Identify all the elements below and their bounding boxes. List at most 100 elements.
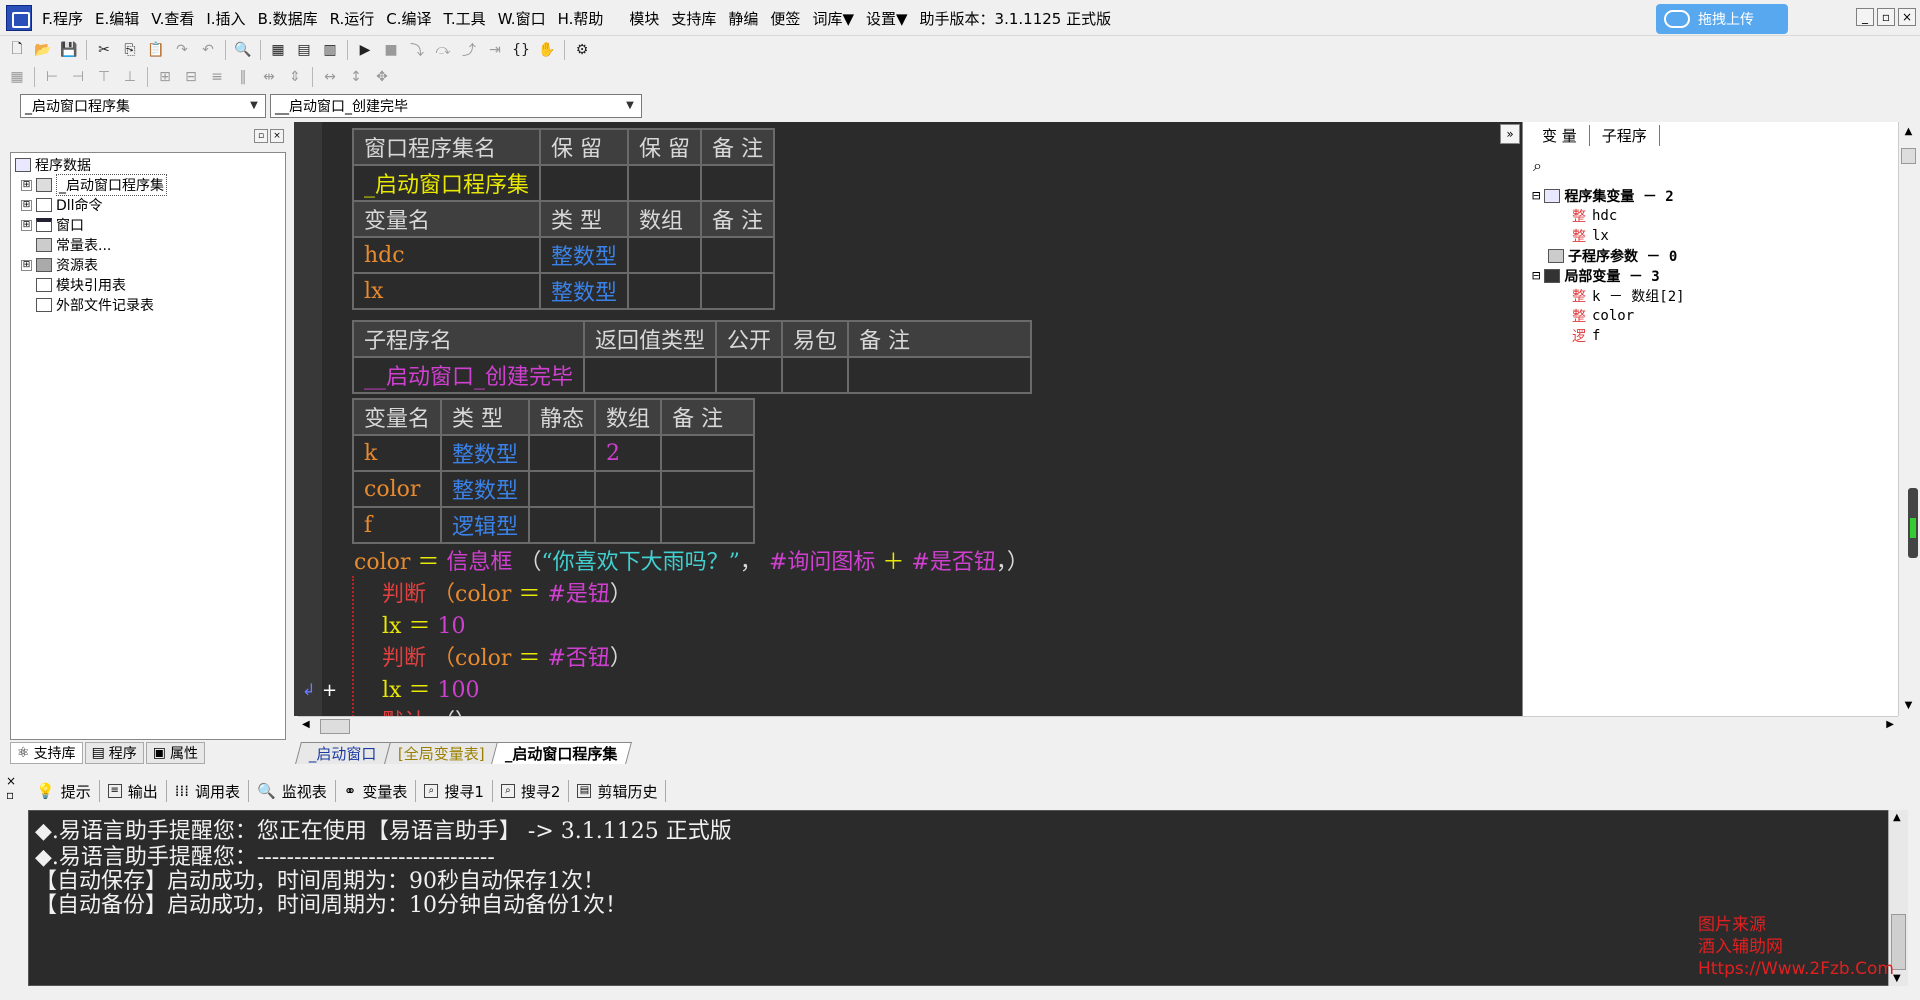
menu-edit[interactable]: E.编辑 <box>89 8 145 29</box>
var-name-cell[interactable]: f <box>351 506 443 544</box>
tab-search-2[interactable]: ⌕ 搜寻2 <box>493 780 570 802</box>
size-height-icon[interactable]: ↕ <box>345 66 367 88</box>
menu-settings[interactable]: 设置▼ <box>860 8 914 29</box>
empty-cell[interactable] <box>528 506 597 544</box>
menu-run[interactable]: R.运行 <box>324 8 381 29</box>
run-icon[interactable]: ▶ <box>354 39 376 61</box>
tab-search-1[interactable]: ⌕ 搜寻1 <box>416 780 493 802</box>
tab-call-stack[interactable]: ⁞⁞⁞ 调用表 <box>167 780 250 802</box>
tab-subprograms[interactable]: 子程序 <box>1590 124 1660 146</box>
tree-leaf[interactable]: 整 lx <box>1532 226 1685 246</box>
scroll-thumb[interactable] <box>1901 148 1916 164</box>
panel-close-icon[interactable]: × <box>270 129 284 143</box>
tree-item-dll[interactable]: ⊞ Dll命令 <box>15 195 167 215</box>
tab-variables-table[interactable]: ⚭ 变量表 <box>336 780 417 802</box>
var-type-cell[interactable]: 整数型 <box>539 272 630 310</box>
size-width-icon[interactable]: ↔ <box>319 66 341 88</box>
layout-panel-icon[interactable]: ▦ <box>267 39 289 61</box>
subprogram-name[interactable]: __启动窗口_创建完毕 <box>351 356 586 394</box>
tree-leaf[interactable]: 整 hdc <box>1532 206 1685 226</box>
copy-icon[interactable]: ⎘ <box>119 39 141 61</box>
center-h-icon[interactable]: ⊞ <box>154 66 176 88</box>
run-to-cursor-icon[interactable]: ⇥ <box>484 39 506 61</box>
close-button[interactable]: × <box>1898 8 1916 26</box>
same-height-icon[interactable]: ‖ <box>232 66 254 88</box>
same-width-icon[interactable]: ≡ <box>206 66 228 88</box>
hand-icon[interactable]: ✋ <box>536 39 558 61</box>
restore-button[interactable]: ▫ <box>1877 8 1895 26</box>
empty-cell[interactable] <box>700 272 776 310</box>
empty-cell[interactable] <box>594 470 663 508</box>
layout-grid-icon[interactable]: ▥ <box>319 39 341 61</box>
menu-support-lib[interactable]: 支持库 <box>665 8 722 29</box>
tab-support-lib[interactable]: ⚛ 支持库 <box>10 742 83 764</box>
var-type-cell[interactable]: 整数型 <box>539 236 630 274</box>
scroll-up-icon[interactable]: ▲ <box>1901 124 1916 140</box>
chevron-down-icon[interactable]: ▼ <box>621 97 639 115</box>
scroll-right-icon[interactable]: ▶ <box>1886 719 1894 730</box>
search-icon[interactable]: ⌕ <box>1533 156 1542 176</box>
tree-group[interactable]: 子程序参数 － 0 <box>1532 246 1685 266</box>
empty-cell[interactable] <box>660 434 756 472</box>
align-top-icon[interactable]: ⊤ <box>93 66 115 88</box>
code-line[interactable]: lx ＝ 10 <box>382 608 465 640</box>
var-name-cell[interactable]: hdc <box>351 236 542 274</box>
scroll-left-icon[interactable]: ◀ <box>302 719 310 730</box>
empty-cell[interactable] <box>660 506 756 544</box>
expand-plus-icon[interactable]: + <box>322 680 337 701</box>
menu-help[interactable]: H.帮助 <box>552 8 610 29</box>
size-both-icon[interactable]: ✥ <box>371 66 393 88</box>
tab-watch[interactable]: 🔍 监视表 <box>249 780 336 802</box>
debug-tool-icon[interactable]: ⚙ <box>571 39 593 61</box>
empty-cell[interactable] <box>583 356 718 394</box>
align-bottom-icon[interactable]: ⊥ <box>119 66 141 88</box>
expand-icon[interactable]: ⊞ <box>21 259 32 271</box>
empty-cell[interactable] <box>715 356 784 394</box>
code-line[interactable]: lx ＝ 100 <box>382 672 479 704</box>
menu-lexicon[interactable]: 词库▼ <box>806 8 860 29</box>
upload-button[interactable]: 拖拽上传 <box>1656 4 1788 34</box>
space-v-icon[interactable]: ⇕ <box>284 66 306 88</box>
chevron-down-icon[interactable]: ▼ <box>245 97 263 115</box>
tree-item-external-files[interactable]: 外部文件记录表 <box>15 295 167 315</box>
space-h-icon[interactable]: ⇹ <box>258 66 280 88</box>
tree-group[interactable]: ⊟ 程序集变量 － 2 <box>1532 186 1685 206</box>
var-name-cell[interactable]: color <box>351 470 443 508</box>
program-set-select[interactable]: _启动窗口程序集 ▼ <box>20 94 266 118</box>
tab-variables[interactable]: 变 量 <box>1530 124 1590 146</box>
code-line[interactable]: 判断 （color ＝ #否钮） <box>382 640 632 672</box>
empty-cell[interactable] <box>539 164 630 202</box>
redo-icon[interactable]: ↷ <box>171 39 193 61</box>
array-cell[interactable]: 2 <box>594 434 663 472</box>
tree-group[interactable]: ⊟ 局部变量 － 3 <box>1532 266 1685 286</box>
center-v-icon[interactable]: ⊟ <box>180 66 202 88</box>
subprogram-select[interactable]: __启动窗口_创建完毕 ▼ <box>270 94 642 118</box>
empty-cell[interactable] <box>627 164 703 202</box>
new-file-icon[interactable]: 🗋 <box>6 39 28 61</box>
output-console[interactable]: ◆.易语言助手提醒您：您正在使用【易语言助手】 -> 3.1.1125 正式版 … <box>28 810 1898 986</box>
step-into-icon[interactable]: ⤵ <box>406 39 428 61</box>
menu-window[interactable]: W.窗口 <box>492 8 552 29</box>
expand-panel-button[interactable]: » <box>1500 124 1520 144</box>
paste-icon[interactable]: 📋 <box>145 39 167 61</box>
menu-database[interactable]: B.数据库 <box>252 8 324 29</box>
step-out-icon[interactable]: ⤴ <box>458 39 480 61</box>
scroll-up-icon[interactable]: ▲ <box>1893 812 1901 823</box>
cut-icon[interactable]: ✂ <box>93 39 115 61</box>
editor-vertical-scrollbar[interactable]: ▲ ▼ <box>1898 122 1918 716</box>
tree-leaf[interactable]: 逻f <box>1532 326 1685 346</box>
tab-output[interactable]: ≡ 输出 <box>100 780 167 802</box>
menu-insert[interactable]: I.插入 <box>200 8 251 29</box>
tab-program[interactable]: ▤ 程序 <box>84 742 144 764</box>
step-over-icon[interactable]: ⤼ <box>432 39 454 61</box>
tree-leaf[interactable]: 整 k － 数组[2] <box>1532 286 1685 306</box>
tree-item-module-refs[interactable]: 模块引用表 <box>15 275 167 295</box>
panel-pin-icon[interactable]: ▫ <box>254 129 268 143</box>
tab-clip-history[interactable]: ▤ 剪辑历史 <box>569 780 667 802</box>
empty-cell[interactable] <box>528 434 597 472</box>
editor-horizontal-scrollbar[interactable]: ◀ ▶ <box>298 716 1898 736</box>
menu-program[interactable]: F.程序 <box>36 8 89 29</box>
empty-cell[interactable] <box>528 470 597 508</box>
empty-cell[interactable] <box>781 356 850 394</box>
tree-item-program-set[interactable]: ⊞ _启动窗口程序集 <box>15 174 167 196</box>
